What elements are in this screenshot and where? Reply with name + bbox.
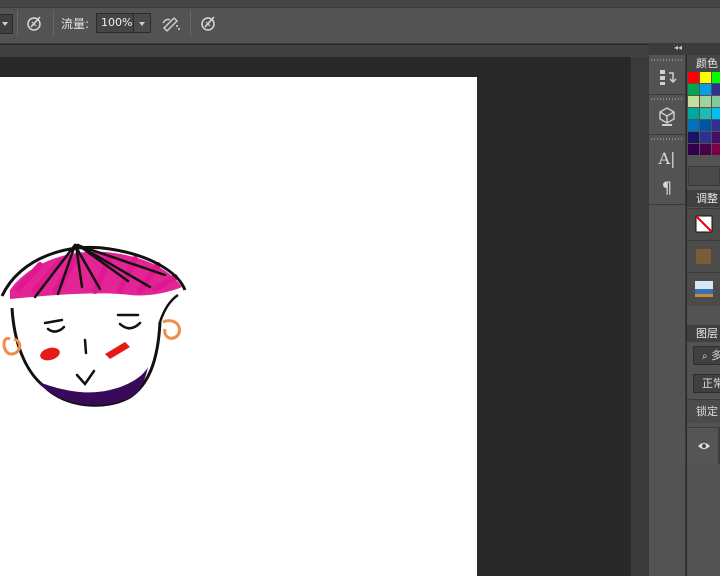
color-swatch[interactable] (712, 132, 720, 143)
document-tab-strip (0, 45, 648, 57)
dock-separator (648, 94, 686, 95)
dock-grip[interactable] (651, 98, 683, 100)
gradient-map-icon (695, 281, 713, 297)
layers-filter-text: 多 (711, 349, 720, 362)
color-swatch[interactable] (700, 96, 711, 107)
no-adjustment-icon (695, 215, 713, 233)
chevron-down-icon (139, 22, 145, 26)
character-icon[interactable]: A| (652, 145, 682, 171)
dock-grip[interactable] (651, 138, 683, 140)
layers-filter-field[interactable]: ⌕ 多 (693, 346, 720, 365)
lock-label: 锁定 (687, 399, 720, 423)
swatch-panel-footer (688, 166, 720, 186)
dock-grip[interactable] (651, 59, 683, 61)
collapse-panels-icon[interactable]: ◂◂ (674, 43, 682, 52)
history-icon[interactable] (652, 64, 682, 90)
adjustment-gradient-map[interactable] (687, 272, 720, 306)
flow-label: 流量: (61, 17, 90, 31)
toolbar-separator (190, 10, 191, 36)
color-swatch[interactable] (688, 108, 699, 119)
tab-adjustments[interactable]: 调整 (687, 190, 720, 207)
color-swatch[interactable] (688, 144, 699, 155)
color-swatch[interactable] (688, 132, 699, 143)
color-swatch[interactable] (688, 96, 699, 107)
dock-separator (648, 204, 686, 205)
tablet-pressure-size-icon[interactable] (197, 12, 219, 34)
color-swatch[interactable] (688, 72, 699, 83)
tablet-pressure-opacity-icon[interactable] (23, 12, 45, 34)
search-icon: ⌕ (702, 351, 708, 362)
vertical-scrollbar[interactable] (630, 57, 648, 576)
color-swatch[interactable] (700, 132, 711, 143)
color-swatch[interactable] (712, 96, 720, 107)
toolbar-separator (17, 10, 18, 36)
color-swatch[interactable] (712, 72, 720, 83)
color-swatch[interactable] (688, 120, 699, 131)
color-swatch[interactable] (700, 72, 711, 83)
tab-layers[interactable]: 图层 (687, 325, 720, 342)
airbrush-icon[interactable] (160, 12, 182, 34)
panel-dock-header (648, 44, 720, 55)
flow-input[interactable]: 100% (96, 13, 134, 33)
adjustment-brightness[interactable] (687, 208, 720, 240)
color-swatch[interactable] (700, 84, 711, 95)
3d-icon[interactable] (652, 103, 682, 129)
chevron-down-icon (2, 22, 8, 26)
layer-row[interactable] (687, 427, 720, 464)
color-swatch[interactable] (700, 120, 711, 131)
color-swatch[interactable] (700, 108, 711, 119)
toolbar-separator (53, 10, 54, 36)
adjustment-photo-filter[interactable] (687, 240, 720, 272)
dock-separator (648, 134, 686, 135)
color-swatch[interactable] (712, 144, 720, 155)
document-canvas[interactable] (0, 77, 477, 576)
paragraph-icon[interactable]: ¶ (652, 174, 682, 200)
eye-icon[interactable] (697, 441, 711, 451)
face-drawing (0, 243, 187, 407)
color-swatch[interactable] (700, 144, 711, 155)
color-swatch[interactable] (712, 84, 720, 95)
swatches-grid (688, 72, 720, 155)
color-swatch[interactable] (712, 108, 720, 119)
color-swatch[interactable] (712, 120, 720, 131)
photo-filter-icon (696, 249, 711, 264)
options-bar-top-strip (0, 0, 720, 8)
tab-color[interactable]: 颜色 (687, 55, 720, 72)
color-swatch[interactable] (688, 84, 699, 95)
blend-mode-select[interactable]: 正常 (693, 374, 720, 393)
